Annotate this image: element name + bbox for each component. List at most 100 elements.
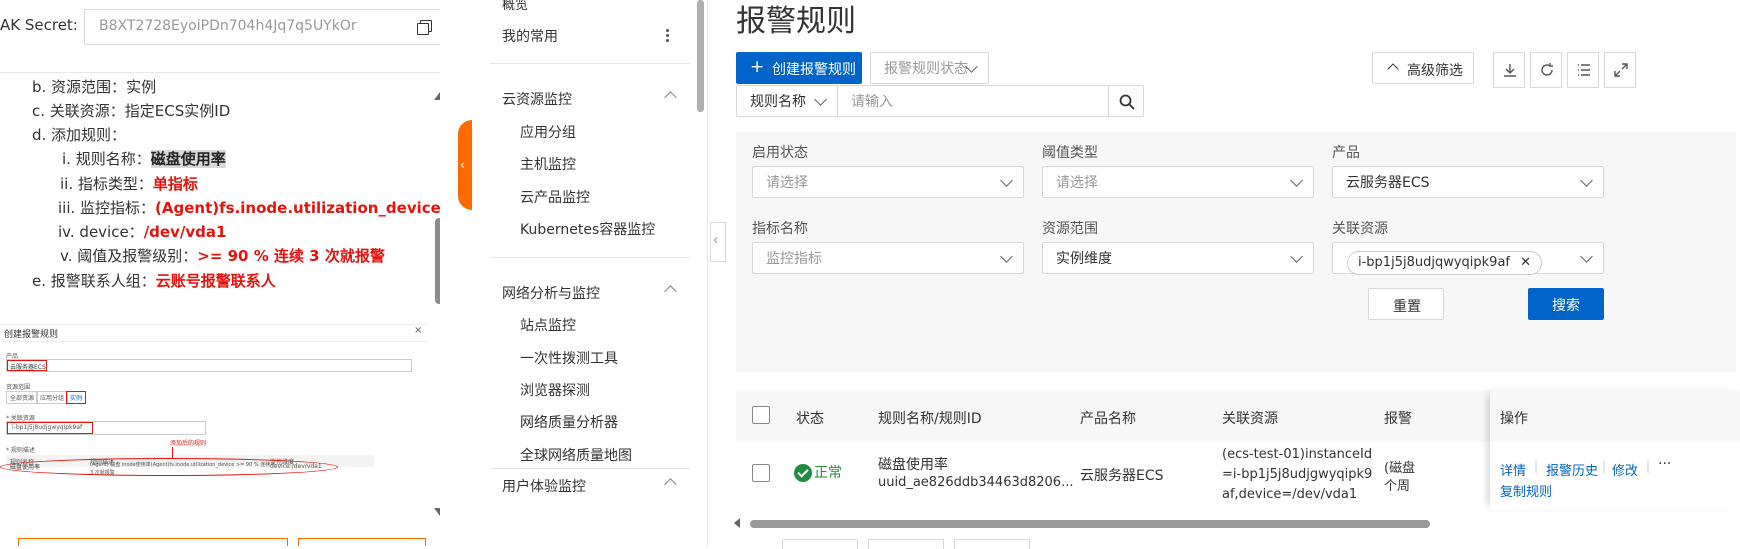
- more-icon[interactable]: ···: [1658, 456, 1671, 472]
- divider: |: [1646, 459, 1651, 473]
- columns-button[interactable]: [1567, 52, 1599, 88]
- doc-collapse-handle[interactable]: ‹: [458, 120, 472, 210]
- scroll-up-arrow-icon[interactable]: [434, 92, 440, 100]
- nav-item-cloud-product[interactable]: 云产品监控: [520, 187, 590, 207]
- doc-bottom-button[interactable]: [18, 538, 288, 546]
- search-field-select[interactable]: 规则名称: [736, 85, 838, 117]
- detail-link[interactable]: 详情: [1500, 460, 1526, 479]
- col-resource: 关联资源: [1222, 411, 1278, 427]
- enable-status-select[interactable]: 请选择: [752, 166, 1024, 198]
- nav-item-browser-probe[interactable]: 浏览器探测: [520, 380, 590, 400]
- close-icon[interactable]: ✕: [1520, 255, 1531, 270]
- chevron-up-icon[interactable]: [664, 91, 677, 104]
- chevron-down-icon: [814, 93, 827, 106]
- create-rule-button[interactable]: + 创建报警规则: [736, 52, 862, 84]
- thumb-scope-tab: 全部资源: [6, 391, 39, 404]
- nav-scrollbar[interactable]: [697, 0, 704, 112]
- scroll-left-arrow-icon[interactable]: [734, 518, 740, 528]
- main-content: 报警规则 + 创建报警规则 报警规则状态 高级筛选 规则名称 请输入 启用状态 …: [730, 0, 1740, 549]
- chevron-left-icon: ‹: [713, 233, 719, 248]
- nav-item-favorites[interactable]: 我的常用: [502, 26, 558, 46]
- search-input[interactable]: 请输入: [837, 85, 1109, 117]
- pagination-button[interactable]: [954, 539, 1030, 549]
- select-value: 云服务器ECS: [1346, 175, 1430, 191]
- chevron-down-icon: [1580, 250, 1593, 263]
- chevron-down-icon: [1580, 174, 1593, 187]
- nav-item-app-group[interactable]: 应用分组: [520, 122, 576, 142]
- nav-collapse-toggle[interactable]: ‹: [710, 222, 726, 262]
- chevron-left-icon: ‹: [460, 158, 465, 172]
- ak-secret-row: AK Secret: B8XT2728EyoiPDn704h4Jq7q5UYkO…: [0, 0, 440, 70]
- refresh-button[interactable]: [1530, 52, 1562, 88]
- col-rule-name[interactable]: 规则名称/规则ID: [878, 408, 986, 428]
- doc-line-prefix: iii. 监控指标：: [58, 199, 156, 217]
- search-submit-button[interactable]: 搜索: [1528, 288, 1604, 320]
- chevron-up-icon[interactable]: [664, 478, 677, 491]
- doc-line-device: iv. device：/dev/vda1: [58, 221, 226, 242]
- select-all-checkbox[interactable]: [752, 406, 770, 424]
- ak-secret-field[interactable]: B8XT2728EyoiPDn704h4Jq7q5UYkOr: [84, 9, 440, 45]
- copy-rule-link[interactable]: 复制规则: [1500, 481, 1552, 500]
- side-nav: 概览 我的常用 云资源监控 应用分组 主机监控 云产品监控 Kubernetes…: [476, 0, 708, 546]
- rule-status-select[interactable]: 报警规则状态: [870, 52, 989, 84]
- fullscreen-button[interactable]: [1604, 52, 1636, 88]
- nav-item-overview[interactable]: 概览: [502, 0, 528, 13]
- filter-metric-name-label: 指标名称: [752, 221, 808, 237]
- doc-line-prefix: b. 资源范围：: [32, 78, 127, 96]
- more-vertical-icon[interactable]: [666, 29, 670, 45]
- table-horizontal-scrollbar[interactable]: [750, 520, 1430, 528]
- search-field-label: 规则名称: [750, 94, 806, 110]
- thumb-product-select: [6, 359, 412, 372]
- col-rule-name-label: 规则名称/规则ID: [878, 411, 982, 427]
- filter-threshold-type-label: 阈值类型: [1042, 145, 1098, 161]
- pagination-button[interactable]: [868, 539, 944, 549]
- pagination-button[interactable]: [782, 539, 858, 549]
- thumb-title: 创建报警规则: [4, 330, 59, 340]
- scroll-thumb[interactable]: [435, 218, 440, 304]
- metric-name-select[interactable]: 监控指标: [752, 242, 1024, 274]
- page-title: 报警规则: [736, 4, 856, 39]
- row-checkbox[interactable]: [752, 464, 770, 482]
- chevron-up-icon[interactable]: [664, 285, 677, 298]
- col-alarm: 报警: [1384, 411, 1412, 427]
- doc-screenshot-thumbnail: 创建报警规则 × 产品 云服务器ECS 资源范围 全部资源 应用分组 实例 * …: [0, 324, 428, 546]
- status-badge: 正常: [814, 465, 842, 481]
- nav-item-network-analyzer[interactable]: 网络质量分析器: [520, 412, 618, 432]
- copy-icon[interactable]: [417, 20, 432, 35]
- doc-line-value: >= 90 % 连续 3 次就报警: [197, 247, 385, 265]
- alarm-desc: 个周: [1384, 479, 1411, 494]
- related-resource-select[interactable]: i-bp1j5j8udjqwyqipk9af ✕: [1332, 242, 1604, 275]
- advanced-filter-button[interactable]: 高级筛选: [1372, 52, 1474, 84]
- nav-group-ux-monitor[interactable]: 用户体验监控: [502, 476, 586, 496]
- nav-group-cloud-resource[interactable]: 云资源监控: [502, 89, 572, 109]
- resource-line: (ecs-test-01)instanceId: [1222, 447, 1373, 462]
- download-button[interactable]: [1493, 52, 1525, 88]
- scroll-down-arrow-icon[interactable]: [434, 508, 440, 516]
- filter-enable-status-label: 启用状态: [752, 145, 808, 161]
- doc-line-prefix: e. 报警联系人组：: [32, 272, 156, 290]
- chevron-down-icon: [1290, 250, 1303, 263]
- product-select[interactable]: 云服务器ECS: [1332, 166, 1604, 198]
- doc-bottom-button[interactable]: [298, 538, 426, 546]
- resource-line: af,device=/dev/vda1: [1222, 487, 1358, 502]
- resource-scope-select[interactable]: 实例维度: [1042, 242, 1314, 274]
- col-operations: 操作: [1500, 411, 1528, 427]
- threshold-type-select[interactable]: 请选择: [1042, 166, 1314, 198]
- create-rule-label: 创建报警规则: [772, 62, 856, 78]
- nav-item-site-monitor[interactable]: 站点监控: [520, 315, 576, 335]
- nav-group-network[interactable]: 网络分析与监控: [502, 283, 600, 303]
- doc-line-metric-type: ii. 指标类型：单指标: [60, 173, 198, 194]
- edit-link[interactable]: 修改: [1612, 460, 1638, 479]
- nav-item-dial-test[interactable]: 一次性拨测工具: [520, 348, 618, 368]
- col-product: 产品名称: [1080, 411, 1136, 427]
- nav-item-host-monitor[interactable]: 主机监控: [520, 154, 576, 174]
- alarm-history-link[interactable]: 报警历史: [1546, 460, 1598, 479]
- doc-line-value: (Agent)fs.inode.utilization_device: [155, 199, 440, 217]
- search-button[interactable]: [1108, 85, 1144, 117]
- nav-item-kubernetes[interactable]: Kubernetes容器监控: [520, 219, 655, 239]
- reset-button[interactable]: 重置: [1368, 288, 1444, 320]
- doc-scrollbar[interactable]: [434, 88, 440, 518]
- doc-line-value: /dev/vda1: [143, 223, 227, 241]
- select-value: 实例维度: [1056, 251, 1112, 267]
- nav-item-global-map[interactable]: 全球网络质量地图: [520, 445, 632, 465]
